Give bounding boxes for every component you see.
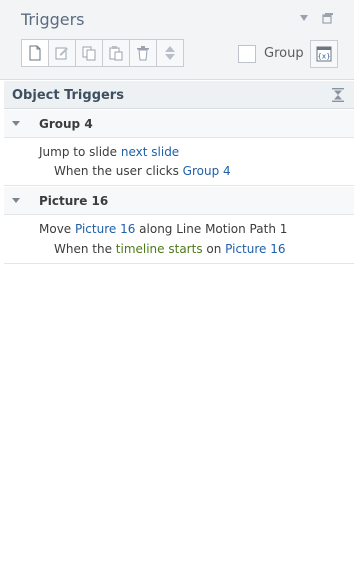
copy-icon <box>82 46 96 61</box>
manage-variables-button[interactable]: {x} <box>310 40 338 68</box>
new-trigger-button[interactable] <box>21 39 49 67</box>
edit-icon <box>55 47 68 60</box>
trigger-condition-line: When the timeline starts on Picture 16 <box>54 242 286 256</box>
expand-triangle-icon[interactable] <box>12 121 20 126</box>
trigger-action-line: Move Picture 16 along Line Motion Path 1 <box>39 222 288 236</box>
restore-window-icon[interactable] <box>322 12 334 24</box>
edit-trigger-button[interactable] <box>48 39 76 67</box>
svg-text:{x}: {x} <box>317 53 330 61</box>
paste-icon <box>109 46 123 61</box>
arrow-up-icon <box>165 46 175 52</box>
group-name: Group 4 <box>39 117 93 131</box>
trigger-object-link[interactable]: Group 4 <box>183 164 231 178</box>
group-checkbox-label: Group <box>264 46 304 61</box>
trash-icon <box>137 46 149 61</box>
section-title: Object Triggers <box>12 88 124 103</box>
object-triggers-section: Object Triggers <box>4 81 354 109</box>
expand-triangle-icon[interactable] <box>12 198 20 203</box>
group-name: Picture 16 <box>39 194 109 208</box>
triggers-panel-header: Triggers Group {x} <box>0 0 354 80</box>
trigger-group-row[interactable]: Group 4 <box>4 110 354 138</box>
trigger-condition-line: When the user clicks Group 4 <box>54 164 231 178</box>
paste-trigger-button[interactable] <box>102 39 130 67</box>
trigger-target-link[interactable]: Picture 16 <box>75 222 135 236</box>
trigger-item[interactable]: Jump to slide next slide When the user c… <box>4 138 354 186</box>
panel-title: Triggers <box>21 10 85 29</box>
delete-trigger-button[interactable] <box>129 39 157 67</box>
triggers-toolbar <box>21 39 184 67</box>
trigger-object-link[interactable]: Picture 16 <box>225 242 285 256</box>
variables-icon: {x} <box>316 46 332 62</box>
trigger-target-link[interactable]: next slide <box>121 145 179 159</box>
arrow-down-icon <box>165 54 175 60</box>
trigger-item[interactable]: Move Picture 16 along Line Motion Path 1… <box>4 215 354 264</box>
trigger-event-link[interactable]: timeline starts <box>116 242 203 256</box>
copy-trigger-button[interactable] <box>75 39 103 67</box>
group-checkbox[interactable] <box>238 45 256 63</box>
move-trigger-buttons[interactable] <box>156 39 184 67</box>
trigger-action-line: Jump to slide next slide <box>39 145 180 159</box>
panel-menu-icon[interactable] <box>298 12 310 24</box>
collapse-all-icon[interactable] <box>332 88 344 102</box>
new-document-icon <box>29 45 41 61</box>
trigger-group-row[interactable]: Picture 16 <box>4 187 354 215</box>
